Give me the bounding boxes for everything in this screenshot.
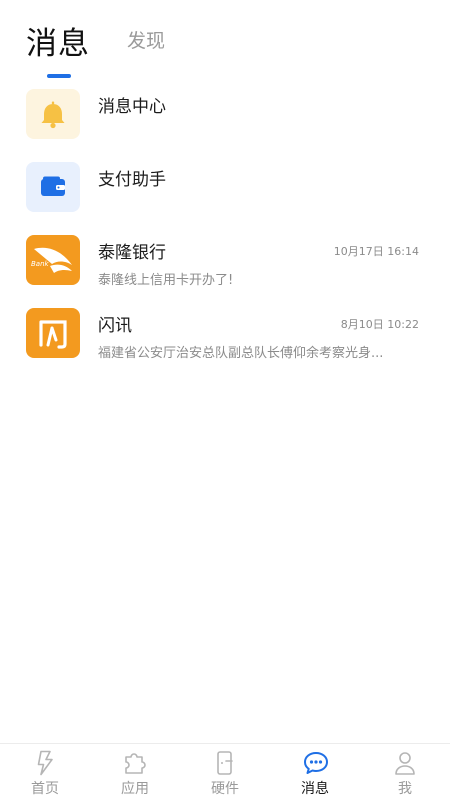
message-time: 10月17日 16:14 xyxy=(333,245,419,258)
nav-hardware[interactable]: 硬件 xyxy=(180,744,270,801)
message-preview: 福建省公安厅治安总队副总队长傅仰余考察光身... xyxy=(98,346,384,361)
nav-label: 硬件 xyxy=(211,781,239,797)
bank-logo-icon: Bank xyxy=(31,247,72,273)
message-title: 泰隆银行 xyxy=(98,243,166,263)
nav-messages[interactable]: 消息 xyxy=(270,744,360,801)
nav-label: 我 xyxy=(398,781,412,797)
lightning-icon xyxy=(37,750,53,776)
wallet-icon xyxy=(41,176,65,196)
nav-label: 消息 xyxy=(301,781,329,797)
active-tab-indicator xyxy=(47,74,71,78)
tab-messages[interactable]: 消息 xyxy=(26,18,90,63)
list-item-payment-assistant[interactable]: 支付助手 xyxy=(0,159,450,229)
puzzle-icon xyxy=(125,753,146,774)
message-title: 支付助手 xyxy=(98,170,166,190)
shanxun-logo-icon xyxy=(39,320,67,349)
person-icon xyxy=(395,752,415,775)
shanxun-avatar xyxy=(26,308,80,358)
bell-icon xyxy=(41,101,65,129)
nav-apps[interactable]: 应用 xyxy=(90,744,180,801)
list-item-shanxun[interactable]: 闪讯 8月10日 10:22 福建省公安厅治安总队副总队长傅仰余考察光身... xyxy=(0,305,450,375)
svg-text:Bank: Bank xyxy=(31,260,50,268)
nav-me[interactable]: 我 xyxy=(360,744,450,801)
tab-discover[interactable]: 发现 xyxy=(127,26,165,53)
nav-label: 应用 xyxy=(121,781,149,797)
message-title: 闪讯 xyxy=(98,316,132,336)
list-item-tailong-bank[interactable]: Bank 泰隆银行 10月17日 16:14 泰隆线上信用卡开办了! xyxy=(0,232,450,302)
message-preview: 泰隆线上信用卡开办了! xyxy=(98,273,234,288)
payment-assistant-avatar xyxy=(26,162,80,212)
chat-bubble-icon xyxy=(304,752,328,774)
message-title: 消息中心 xyxy=(98,97,166,117)
nav-home[interactable]: 首页 xyxy=(0,744,90,801)
list-item-message-center[interactable]: 消息中心 xyxy=(0,86,450,156)
message-time: 8月10日 10:22 xyxy=(340,318,419,331)
tailong-bank-avatar: Bank xyxy=(26,235,80,285)
bottom-nav: 首页 应用 硬件 消息 我 xyxy=(0,743,450,801)
device-icon xyxy=(217,751,233,775)
nav-label: 首页 xyxy=(31,781,59,797)
message-center-avatar xyxy=(26,89,80,139)
